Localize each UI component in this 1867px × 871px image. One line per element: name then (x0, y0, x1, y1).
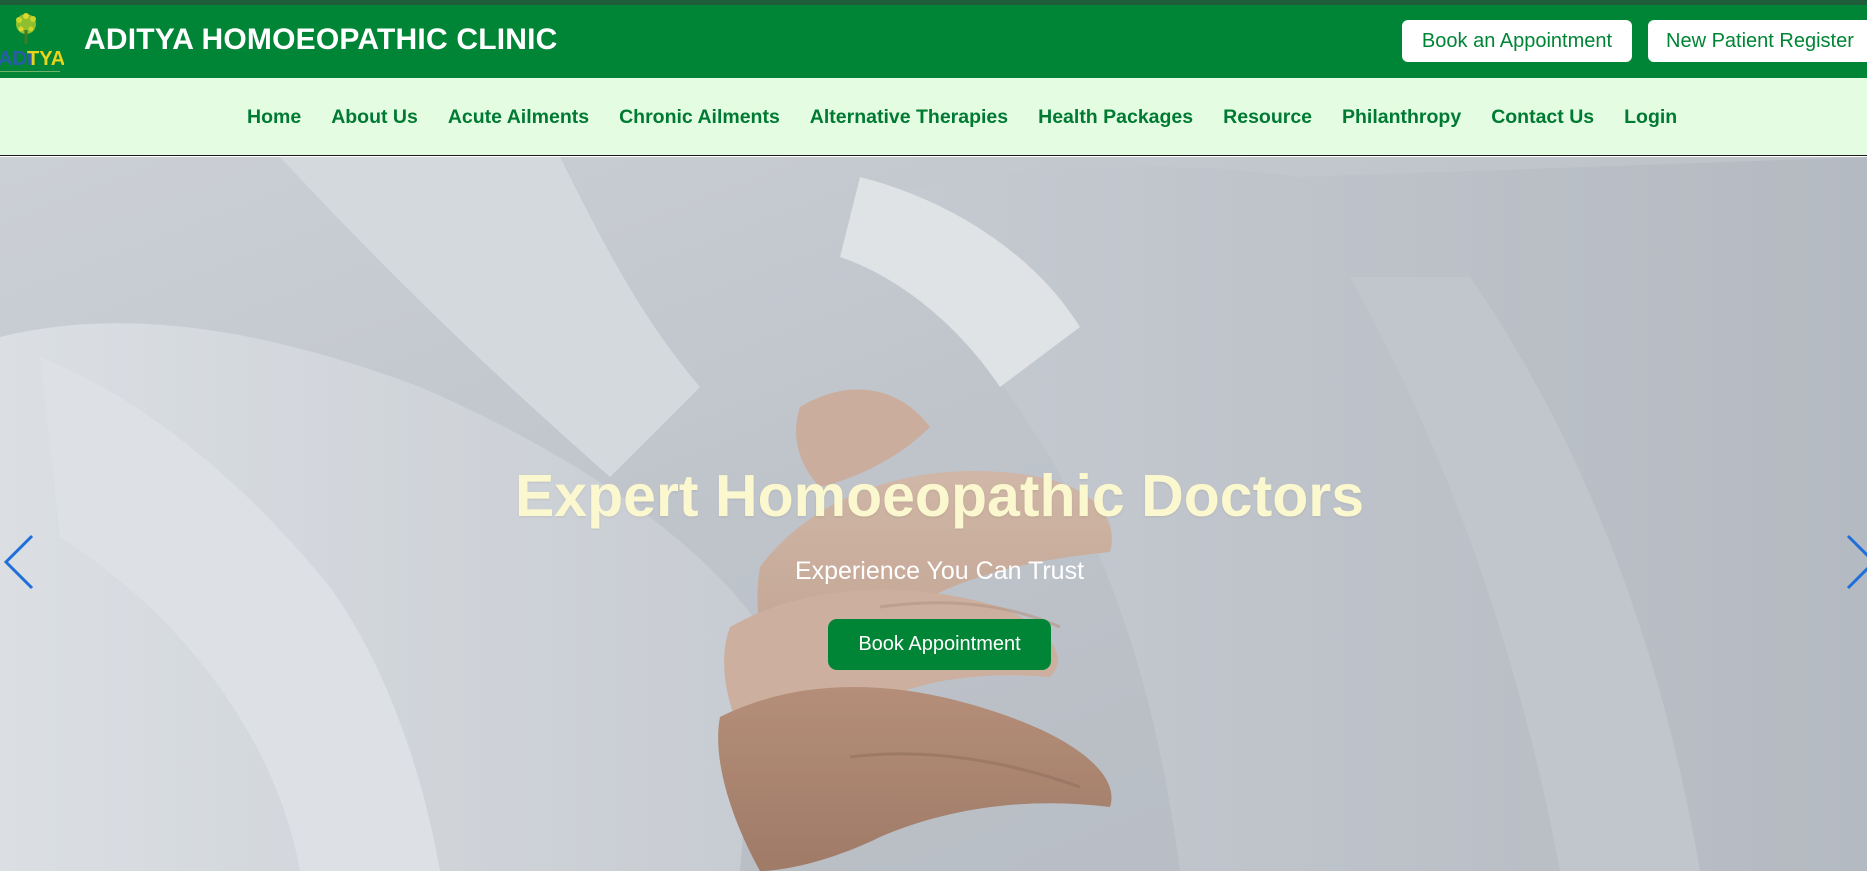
carousel-prev-button[interactable] (0, 532, 40, 592)
carousel-next-button[interactable] (1840, 532, 1867, 592)
hero-carousel: Expert Homoeopathic Doctors Experience Y… (0, 157, 1867, 871)
nav-item-about-us[interactable]: About Us (331, 106, 418, 129)
nav-item-philanthropy[interactable]: Philanthropy (1342, 106, 1461, 129)
nav-item-chronic-ailments[interactable]: Chronic Ailments (619, 106, 780, 129)
clinic-name[interactable]: ADITYA HOMOEOPATHIC CLINIC (84, 23, 558, 57)
chevron-left-icon (3, 534, 34, 590)
hero-title: Expert Homoeopathic Doctors (514, 463, 1365, 529)
clinic-logo[interactable]: ADI TYA (0, 8, 65, 78)
nav-item-acute-ailments[interactable]: Acute Ailments (448, 106, 589, 129)
book-an-appointment-button[interactable]: Book an Appointment (1402, 20, 1632, 62)
main-navigation: Home About Us Acute Ailments Chronic Ail… (0, 78, 1867, 156)
nav-menu: Home About Us Acute Ailments Chronic Ail… (247, 78, 1707, 156)
nav-item-home[interactable]: Home (247, 106, 301, 129)
nav-item-resource[interactable]: Resource (1223, 106, 1312, 129)
book-appointment-cta-button[interactable]: Book Appointment (828, 619, 1051, 670)
chevron-right-icon (1846, 534, 1867, 590)
logo-tree-icon: ADI TYA (0, 13, 65, 72)
nav-item-login[interactable]: Login (1624, 106, 1677, 129)
logo-text-right: TYA (27, 48, 64, 70)
nav-item-alternative-therapies[interactable]: Alternative Therapies (810, 106, 1008, 129)
hero-subtitle: Experience You Can Trust (794, 557, 1085, 585)
site-header: ADI TYA ADITYA HOMOEOPATHIC CLINIC Book … (0, 5, 1867, 78)
new-patient-register-button[interactable]: New Patient Register (1648, 20, 1867, 62)
nav-item-contact-us[interactable]: Contact Us (1491, 106, 1594, 129)
nav-item-health-packages[interactable]: Health Packages (1038, 106, 1193, 129)
